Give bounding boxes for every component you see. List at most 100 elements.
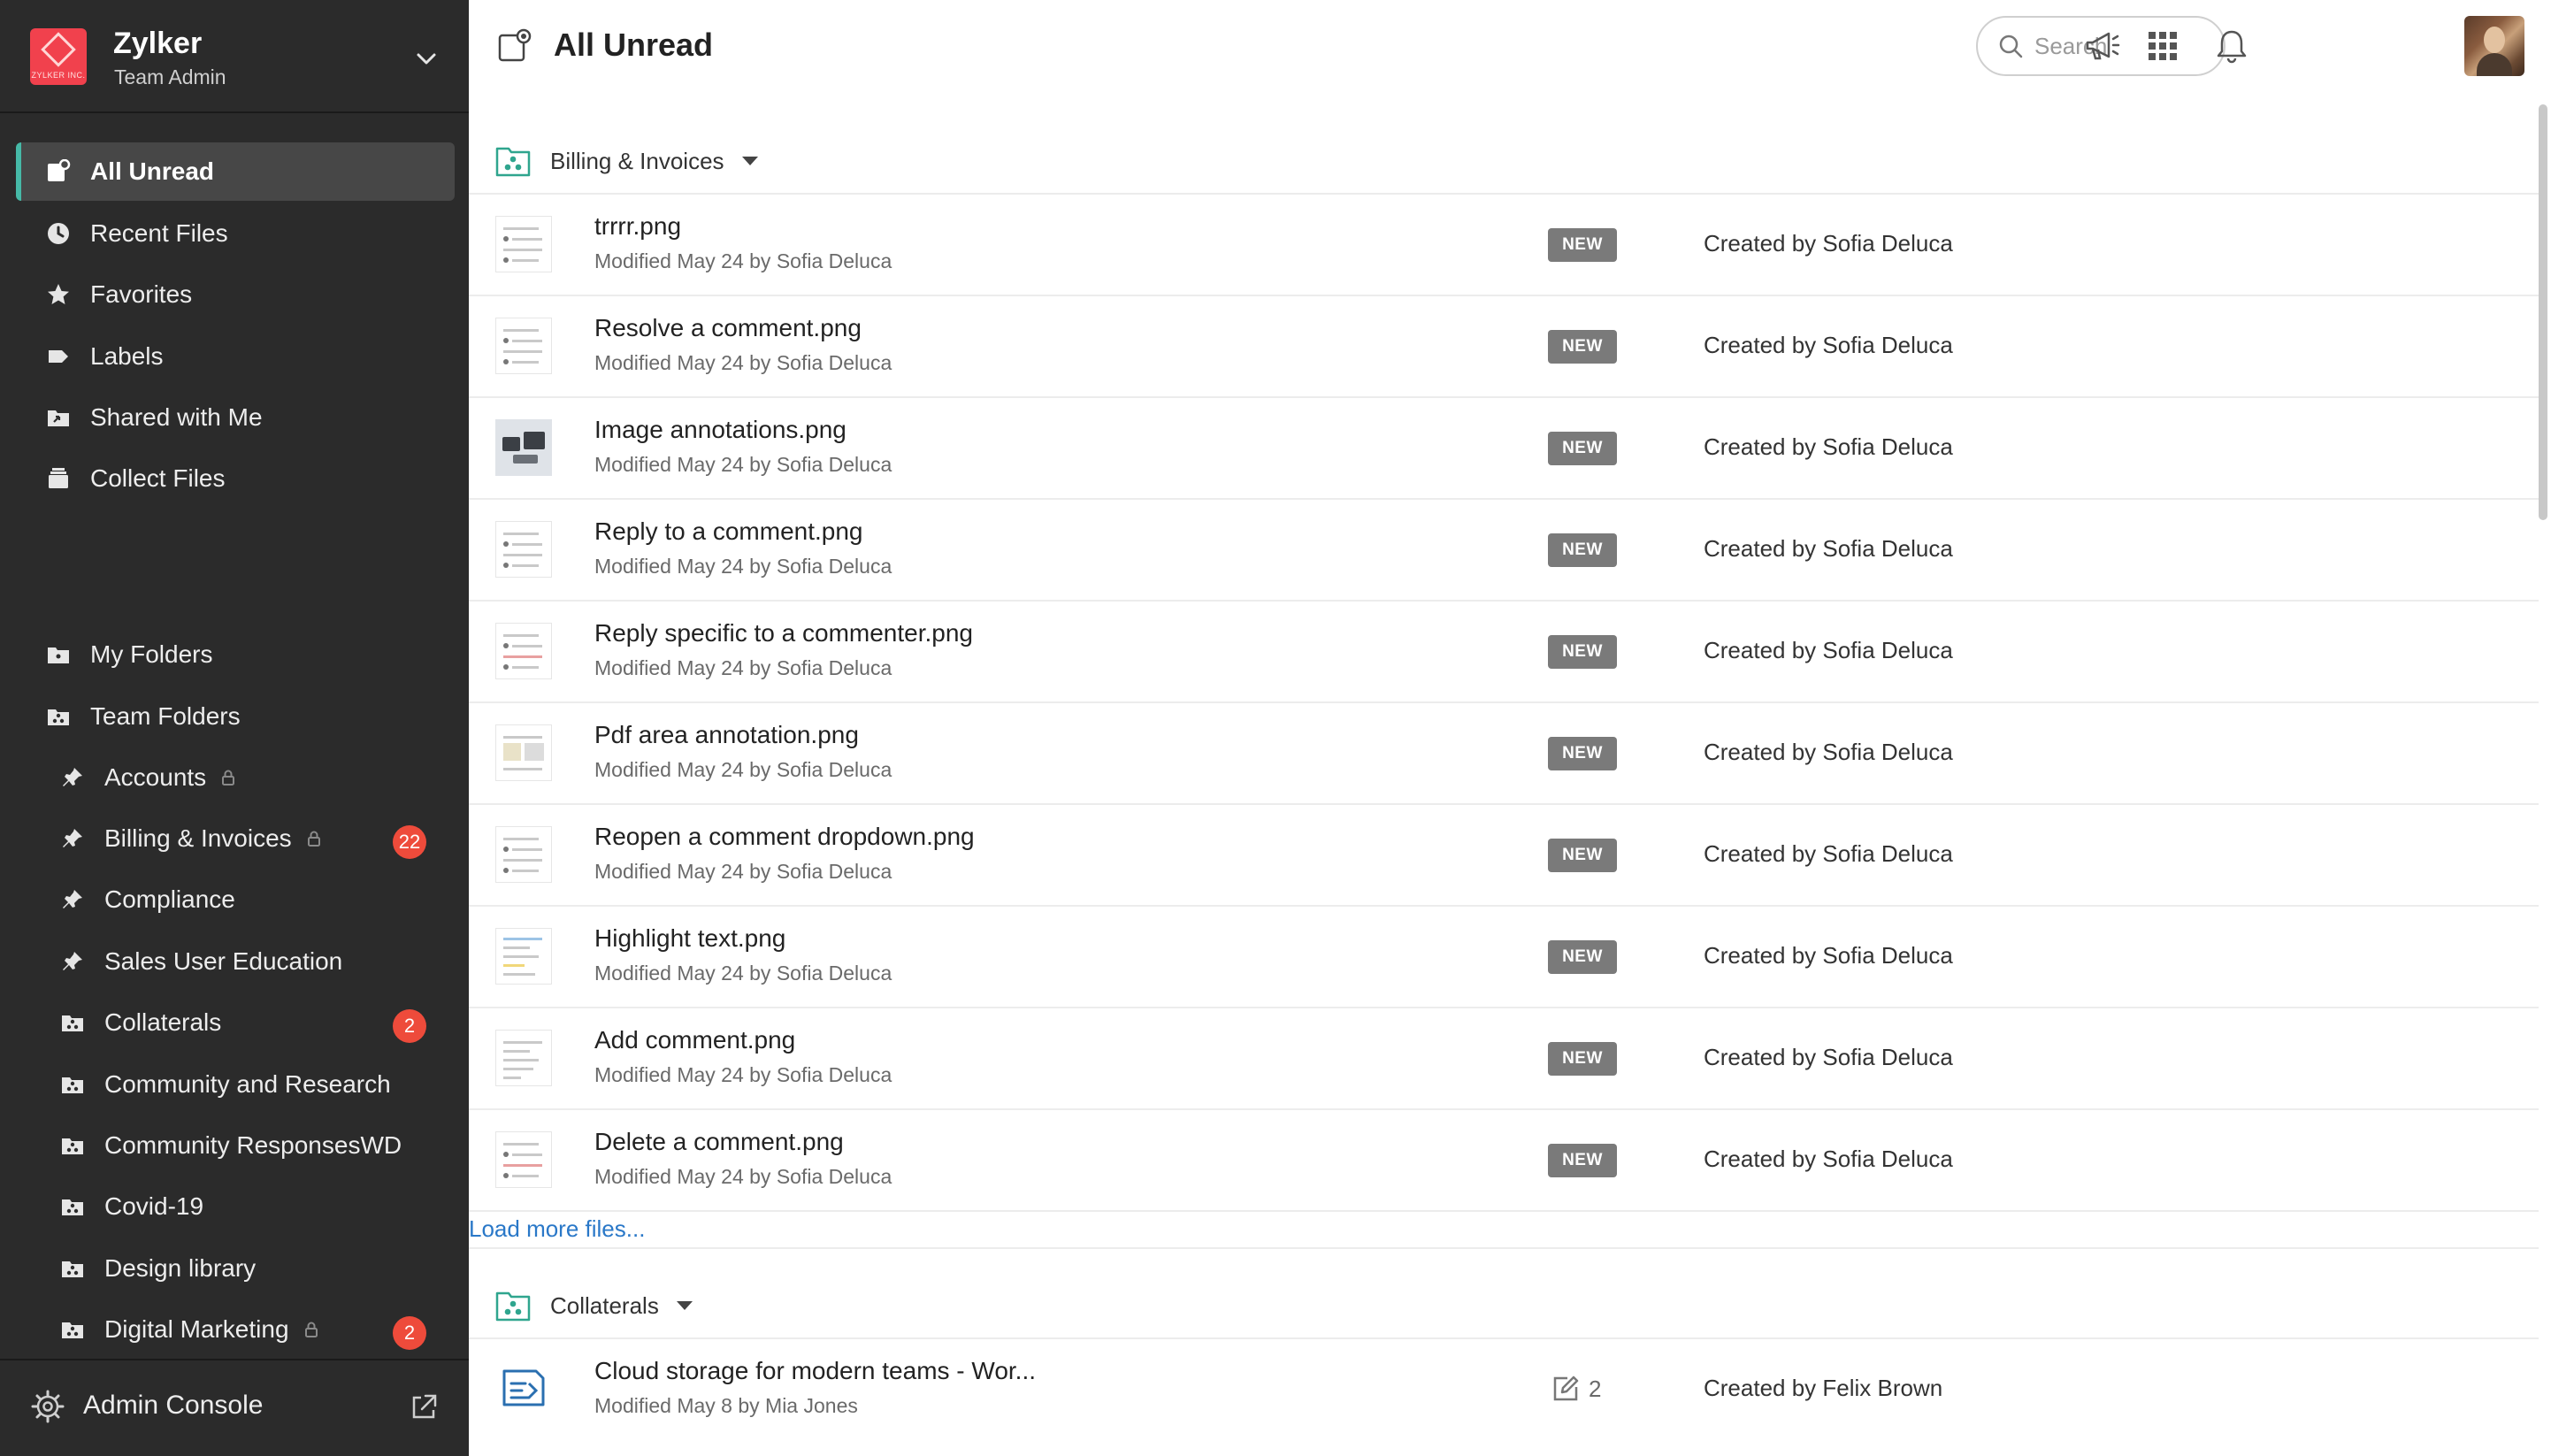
nav-item-labels[interactable]: Labels	[16, 327, 455, 386]
file-thumbnail	[495, 1030, 552, 1086]
nav-item-collect-files[interactable]: Collect Files	[16, 449, 455, 508]
external-link-icon[interactable]	[409, 1392, 439, 1422]
file-creator: Created by Sofia Deluca	[1704, 637, 1953, 663]
search-input[interactable]	[2034, 32, 2211, 60]
group-header-collaterals[interactable]: Collaterals	[469, 1274, 2539, 1339]
sidebar-item-collaterals[interactable]: Collaterals 2	[16, 993, 455, 1052]
avatar[interactable]	[2464, 16, 2524, 76]
unread-count-badge: 2	[393, 1009, 426, 1043]
file-row[interactable]: Pdf area annotation.png Modified May 24 …	[469, 703, 2539, 805]
edit-count: 2	[1550, 1371, 1601, 1406]
sidebar-item-community-responseswd[interactable]: Community ResponsesWD	[16, 1116, 455, 1175]
nav-item-recent-files[interactable]: Recent Files	[16, 204, 455, 263]
file-meta: Modified May 24 by Sofia Deluca	[594, 656, 892, 679]
file-row[interactable]: trrrr.png Modified May 24 by Sofia Deluc…	[469, 195, 2539, 296]
file-name[interactable]: Delete a comment.png	[594, 1128, 844, 1156]
org-switcher[interactable]: ZYLKER INC. Zylker Team Admin	[0, 0, 469, 113]
edit-count-value: 2	[1589, 1375, 1602, 1402]
file-row[interactable]: Add comment.png Modified May 24 by Sofia…	[469, 1008, 2539, 1110]
pin-icon	[57, 946, 88, 977]
file-name[interactable]: Pdf area annotation.png	[594, 721, 859, 749]
nav-item-all-unread[interactable]: All Unread	[16, 142, 455, 201]
sidebar-item-accounts[interactable]: Accounts	[16, 748, 455, 807]
file-creator: Created by Sofia Deluca	[1704, 230, 1953, 257]
file-thumbnail	[495, 724, 552, 781]
new-badge: NEW	[1548, 228, 1617, 262]
scrollbar[interactable]	[2539, 104, 2547, 520]
lock-icon	[302, 1320, 321, 1339]
file-row[interactable]: Highlight text.png Modified May 24 by So…	[469, 907, 2539, 1008]
new-badge: NEW	[1548, 1144, 1617, 1177]
document-icon	[495, 1360, 552, 1417]
file-name[interactable]: Reply to a comment.png	[594, 517, 863, 546]
file-name[interactable]: Add comment.png	[594, 1026, 795, 1054]
file-row[interactable]: Reply to a comment.png Modified May 24 b…	[469, 500, 2539, 602]
file-name[interactable]: Image annotations.png	[594, 416, 847, 444]
team-folder-icon	[42, 701, 74, 732]
sidebar-item-billing-invoices[interactable]: Billing & Invoices 22	[16, 809, 455, 868]
caret-down-icon[interactable]	[675, 1299, 694, 1312]
org-name: Zylker	[113, 27, 203, 60]
label-icon	[42, 341, 74, 372]
file-row[interactable]: Resolve a comment.png Modified May 24 by…	[469, 296, 2539, 398]
unread-count-badge: 22	[393, 825, 426, 859]
file-thumbnail	[495, 216, 552, 272]
nav-item-favorites[interactable]: Favorites	[16, 265, 455, 324]
sidebar-item-digital-marketing[interactable]: Digital Marketing 2	[16, 1300, 455, 1359]
pin-icon	[57, 823, 88, 854]
chevron-down-icon[interactable]	[412, 44, 440, 73]
file-meta: Modified May 24 by Sofia Deluca	[594, 1063, 892, 1086]
sidebar: ZYLKER INC. Zylker Team Admin All Unread…	[0, 0, 469, 1456]
nav-item-shared-with-me[interactable]: Shared with Me	[16, 388, 455, 447]
sidebar-item-covid-19[interactable]: Covid-19	[16, 1177, 455, 1236]
apps-grid-icon[interactable]	[2143, 27, 2182, 65]
admin-console-link[interactable]: Admin Console	[0, 1359, 469, 1456]
org-logo: ZYLKER INC.	[30, 28, 87, 85]
file-name[interactable]: Reply specific to a commenter.png	[594, 619, 973, 648]
top-bar: All Unread	[469, 0, 2551, 92]
new-badge: NEW	[1548, 432, 1617, 465]
file-thumbnail	[495, 1131, 552, 1188]
team-folder-icon	[57, 1253, 88, 1284]
new-badge: NEW	[1548, 737, 1617, 770]
lock-icon	[304, 829, 324, 848]
load-more-link[interactable]: Load more files...	[469, 1215, 645, 1243]
gear-icon	[31, 1390, 65, 1423]
group-name: Billing & Invoices	[550, 147, 724, 174]
file-name[interactable]: trrrr.png	[594, 212, 681, 241]
pin-icon	[57, 762, 88, 793]
file-meta: Modified May 24 by Sofia Deluca	[594, 962, 892, 985]
file-name[interactable]: Cloud storage for modern teams - Wor...	[594, 1357, 1036, 1385]
file-row[interactable]: Reopen a comment dropdown.png Modified M…	[469, 805, 2539, 907]
sidebar-item-compliance[interactable]: Compliance	[16, 870, 455, 929]
file-row[interactable]: Image annotations.png Modified May 24 by…	[469, 398, 2539, 500]
file-name[interactable]: Resolve a comment.png	[594, 314, 862, 342]
team-folder-icon	[57, 1191, 88, 1222]
lock-icon	[218, 768, 238, 787]
collect-files-icon	[42, 463, 74, 494]
nav-item-my-folders[interactable]: My Folders	[16, 625, 455, 684]
bell-icon[interactable]	[2212, 27, 2251, 65]
announcement-icon[interactable]	[2082, 27, 2121, 65]
file-row[interactable]: Delete a comment.png Modified May 24 by …	[469, 1110, 2539, 1212]
new-badge: NEW	[1548, 1042, 1617, 1076]
sidebar-item-community-and-research[interactable]: Community and Research	[16, 1055, 455, 1114]
team-folder-icon	[57, 1130, 88, 1161]
file-meta: Modified May 24 by Sofia Deluca	[594, 1165, 892, 1188]
file-row[interactable]: Reply specific to a commenter.png Modifi…	[469, 602, 2539, 703]
file-creator: Created by Sofia Deluca	[1704, 535, 1953, 562]
new-badge: NEW	[1548, 533, 1617, 567]
file-row[interactable]: Cloud storage for modern teams - Wor... …	[469, 1339, 2539, 1441]
file-meta: Modified May 8 by Mia Jones	[594, 1394, 858, 1417]
sidebar-item-design-library[interactable]: Design library	[16, 1239, 455, 1298]
file-meta: Modified May 24 by Sofia Deluca	[594, 860, 892, 883]
file-meta: Modified May 24 by Sofia Deluca	[594, 249, 892, 272]
file-thumbnail	[495, 419, 552, 476]
file-name[interactable]: Highlight text.png	[594, 924, 785, 953]
file-name[interactable]: Reopen a comment dropdown.png	[594, 823, 975, 851]
group-header-billing-invoices[interactable]: Billing & Invoices	[469, 129, 2539, 195]
caret-down-icon[interactable]	[740, 155, 760, 167]
sidebar-item-sales-user-education[interactable]: Sales User Education	[16, 932, 455, 991]
nav-item-team-folders[interactable]: Team Folders	[16, 687, 455, 746]
clock-icon	[42, 218, 74, 249]
